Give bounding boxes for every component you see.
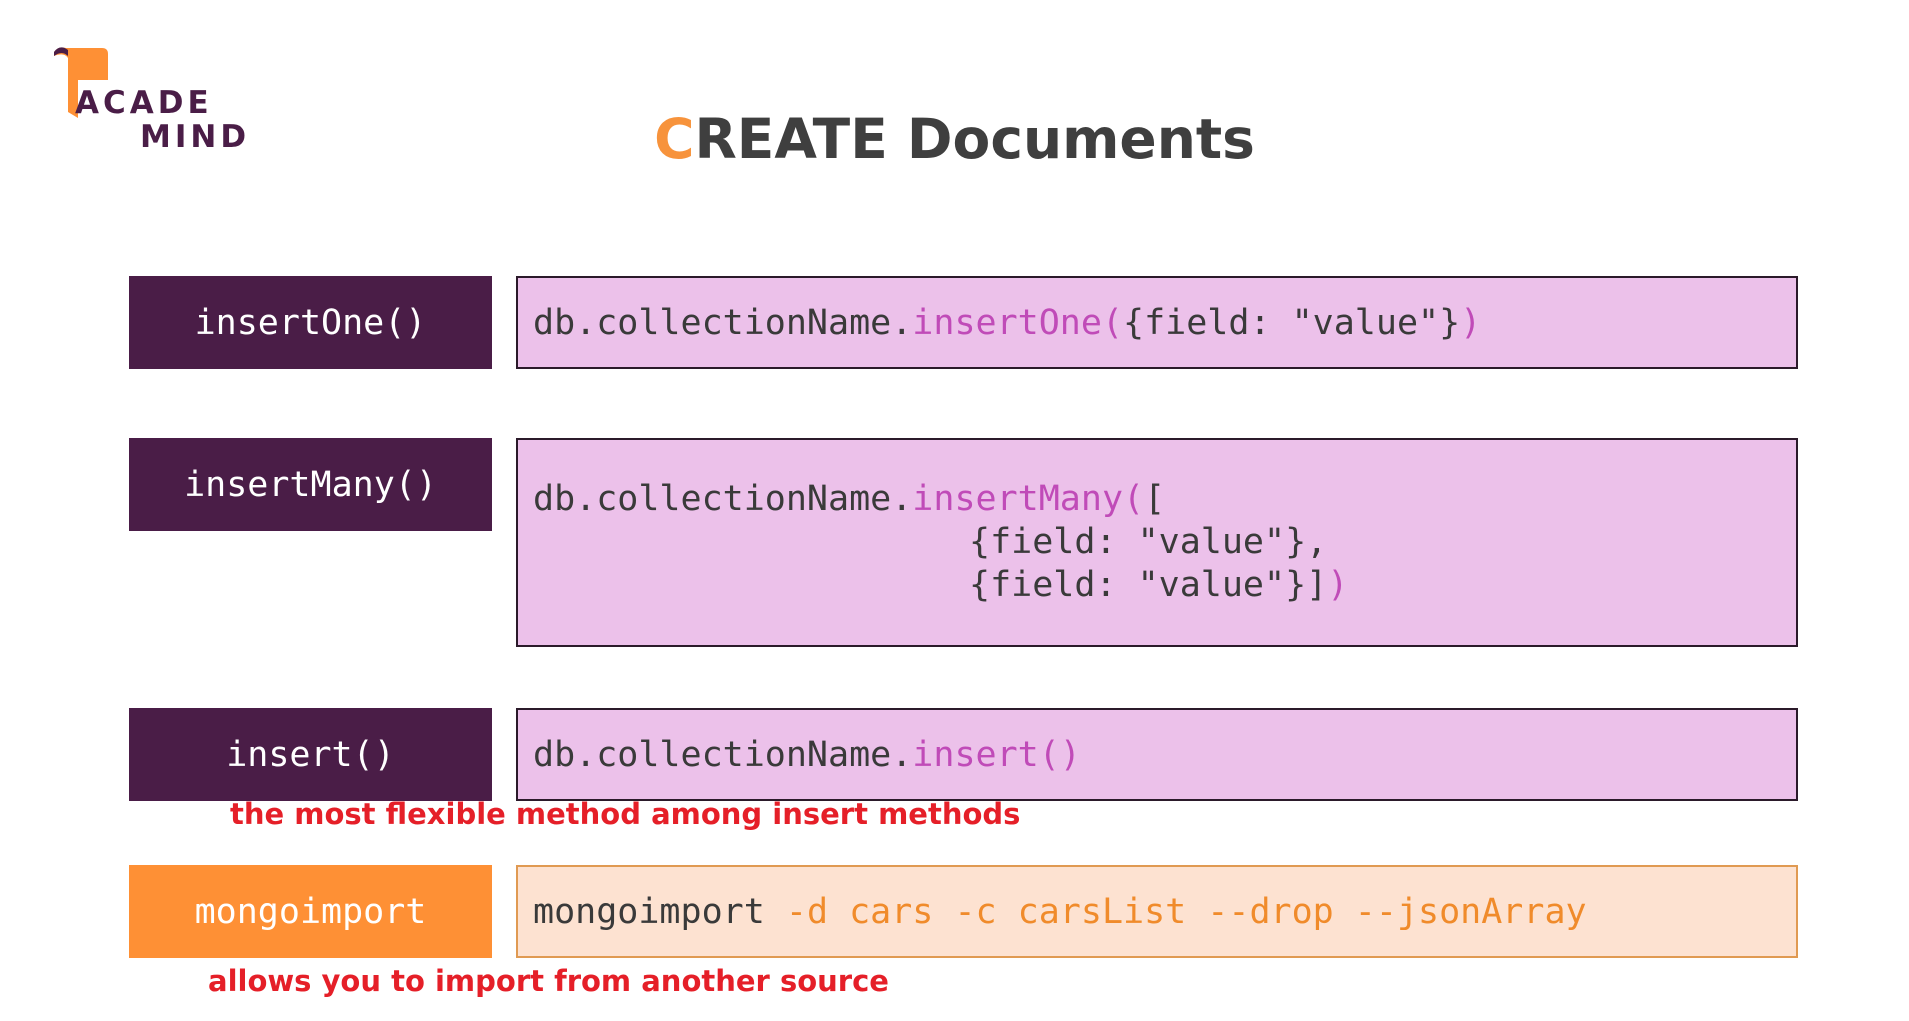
page-title: CREATE Documents xyxy=(0,106,1909,172)
code-close: ) xyxy=(1327,565,1349,605)
code-insertmany-block: db.collectionName.insertMany([{field: "v… xyxy=(533,478,1348,607)
title-first-letter: C xyxy=(654,107,695,171)
code-object-2: {field: "value"}] xyxy=(969,565,1328,605)
note-mongoimport: allows you to import from another source xyxy=(208,964,889,998)
code-prefix: db.collectionName. xyxy=(533,734,913,775)
code-line-3: {field: "value"}]) xyxy=(533,564,1348,607)
code-method: insertOne( xyxy=(912,302,1124,343)
code-insertone: db.collectionName. insertOne({field: "val… xyxy=(516,276,1798,369)
code-prefix: db.collectionName. xyxy=(533,302,913,343)
label-insertone: insertOne() xyxy=(129,276,492,369)
note-insert: the most flexible method among insert me… xyxy=(230,797,1021,831)
label-mongoimport-text: mongoimport xyxy=(194,891,427,932)
label-insertone-text: insertOne() xyxy=(194,302,427,343)
code-args: {field: "value"} xyxy=(1123,302,1461,343)
code-insertmany: db.collectionName.insertMany([{field: "v… xyxy=(516,438,1798,647)
code-close: ) xyxy=(1460,302,1482,343)
label-insertmany: insertMany() xyxy=(129,438,492,531)
code-method: insert() xyxy=(912,734,1081,775)
label-insert: insert() xyxy=(129,708,492,801)
code-insert: db.collectionName. insert() xyxy=(516,708,1798,801)
code-object-1: {field: "value"}, xyxy=(969,522,1328,562)
code-open-bracket: [ xyxy=(1144,479,1166,519)
code-line-2: {field: "value"}, xyxy=(533,521,1348,564)
code-flags: -d cars -c carsList --drop --jsonArray xyxy=(764,891,1587,932)
code-line-1: db.collectionName.insertMany([ xyxy=(533,478,1348,521)
label-mongoimport: mongoimport xyxy=(129,865,492,958)
label-insertmany-text: insertMany() xyxy=(184,464,437,505)
code-command: mongoimport xyxy=(533,891,765,932)
code-mongoimport: mongoimport -d cars -c carsList --drop -… xyxy=(516,865,1798,958)
code-prefix: db.collectionName. xyxy=(533,479,913,519)
label-insert-text: insert() xyxy=(226,734,395,775)
title-rest: REATE Documents xyxy=(694,107,1255,171)
code-method: insertMany( xyxy=(912,479,1145,519)
